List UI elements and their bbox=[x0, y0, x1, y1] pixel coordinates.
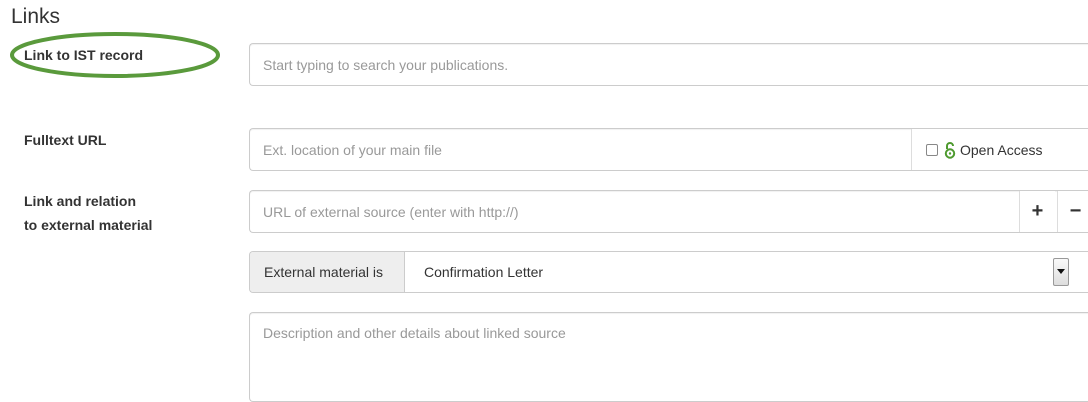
add-link-button[interactable]: + bbox=[1019, 191, 1055, 232]
relation-select-value: Confirmation Letter bbox=[424, 264, 544, 280]
ist-record-placeholder: Start typing to search your publications… bbox=[263, 56, 509, 73]
relation-select[interactable]: Confirmation Letter bbox=[405, 252, 1088, 292]
section-title: Links bbox=[11, 5, 61, 28]
external-material-label-line1: Link and relation bbox=[24, 193, 137, 209]
link-description-textarea[interactable]: Description and other details about link… bbox=[249, 312, 1088, 402]
fulltext-url-label: Fulltext URL bbox=[24, 132, 107, 148]
relation-select-group: External material is Confirmation Letter bbox=[249, 251, 1088, 293]
fulltext-url-placeholder: Ext. location of your main file bbox=[263, 141, 442, 158]
open-lock-icon bbox=[944, 141, 956, 159]
open-access-checkbox[interactable] bbox=[926, 143, 938, 156]
ist-record-search-input[interactable]: Start typing to search your publications… bbox=[249, 43, 1088, 86]
link-description-placeholder: Description and other details about link… bbox=[263, 325, 566, 341]
relation-prefix: External material is bbox=[250, 252, 405, 292]
open-access-addon: Open Access bbox=[911, 129, 1088, 170]
remove-link-button[interactable]: − bbox=[1057, 191, 1088, 232]
ist-record-label: Link to IST record bbox=[24, 47, 144, 63]
external-url-placeholder: URL of external source (enter with http:… bbox=[263, 203, 519, 220]
open-access-label: Open Access bbox=[960, 141, 1043, 158]
external-material-label: Link and relation to external material bbox=[24, 189, 152, 237]
external-url-input[interactable]: URL of external source (enter with http:… bbox=[249, 190, 1088, 233]
chevron-down-icon[interactable] bbox=[1053, 258, 1069, 286]
external-material-label-line2: to external material bbox=[24, 217, 153, 233]
